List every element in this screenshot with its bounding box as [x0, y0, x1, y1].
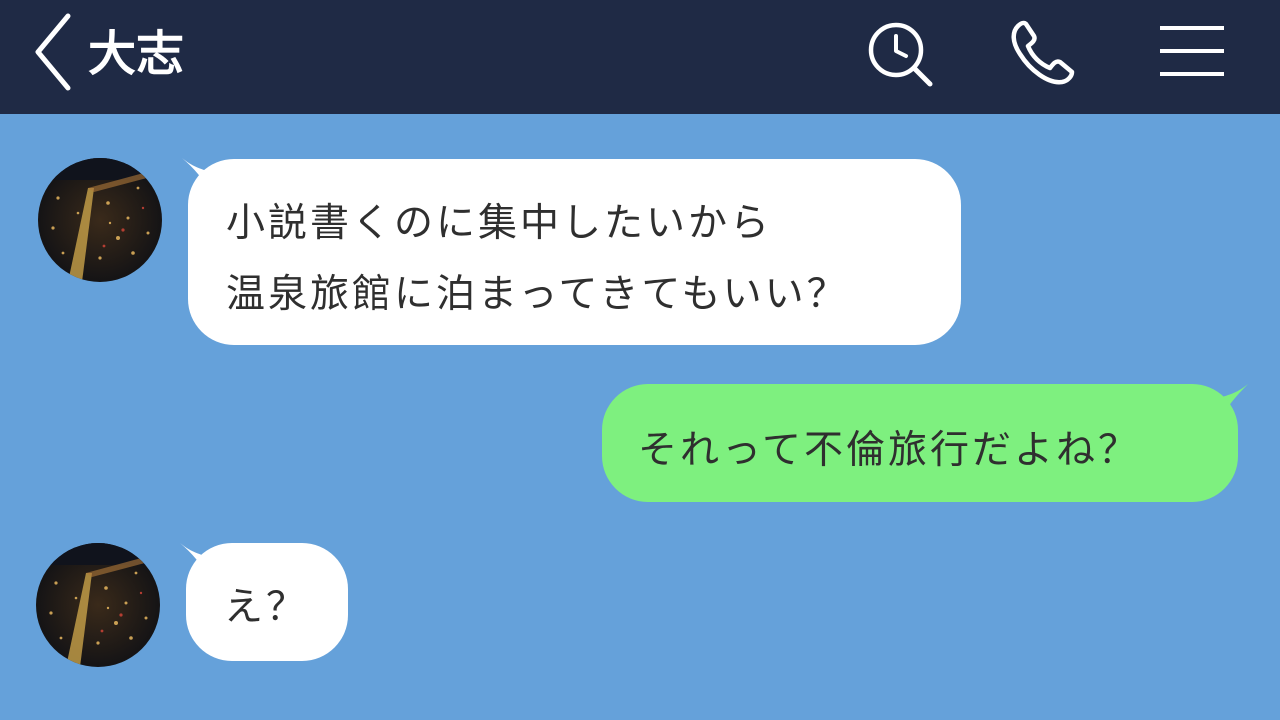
search-button[interactable]: [862, 20, 938, 92]
avatar[interactable]: [36, 543, 160, 667]
header-bar: 大志: [0, 0, 1280, 114]
message-text-line: 温泉旅館に泊まってきてもいい？: [226, 272, 849, 317]
menu-button[interactable]: [1156, 22, 1228, 82]
city-night-avatar-image: [38, 158, 162, 282]
back-chevron-icon: [35, 13, 71, 91]
message-bubble-incoming[interactable]: え？: [186, 543, 348, 661]
chat-screen: 大志 小説書くのに集中したいから 温泉旅館に泊まってきてもいい？ それって不倫旅…: [0, 0, 1280, 720]
message-text-line: え？: [224, 585, 309, 630]
search-clock-icon: [868, 22, 933, 87]
phone-icon: [1011, 20, 1075, 85]
avatar[interactable]: [38, 158, 162, 282]
message-text-line: それって不倫旅行だよね？: [638, 428, 1141, 473]
message-bubble-outgoing[interactable]: それって不倫旅行だよね？: [602, 384, 1238, 502]
hamburger-menu-icon: [1160, 26, 1224, 76]
chat-title: 大志: [88, 26, 185, 82]
city-night-avatar-image: [36, 543, 160, 667]
message-bubble-incoming[interactable]: 小説書くのに集中したいから 温泉旅館に泊まってきてもいい？: [188, 159, 961, 345]
call-button[interactable]: [1004, 18, 1080, 90]
back-button[interactable]: [24, 10, 84, 94]
message-text-line: 小説書くのに集中したいから: [226, 201, 773, 246]
